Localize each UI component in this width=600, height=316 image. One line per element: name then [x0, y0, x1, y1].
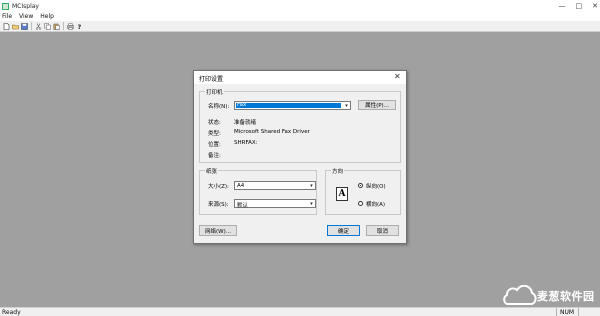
save-icon[interactable]: [20, 22, 28, 30]
ok-button[interactable]: 确定: [327, 225, 360, 236]
paper-size-select[interactable]: A4 ▾: [234, 181, 316, 190]
status-pane: [578, 308, 600, 316]
menu-view[interactable]: View: [19, 13, 33, 20]
menu-help[interactable]: Help: [40, 13, 54, 20]
printer-group-legend: 打印机: [205, 88, 224, 96]
landscape-label[interactable]: 横向(A): [366, 200, 385, 208]
type-value: Microsoft Shared Fax Driver: [234, 129, 310, 135]
toolbar-separator: [63, 22, 64, 30]
printer-name-select[interactable]: Fax ▾: [234, 101, 351, 110]
orientation-group: 方向 A 纵向(O) 横向(A): [325, 167, 401, 215]
paper-source-select[interactable]: 默认 ▾: [234, 199, 316, 209]
cloud-icon: [503, 285, 537, 305]
maximize-button[interactable]: □: [576, 2, 583, 10]
status-label: 状态:: [208, 120, 221, 126]
status-value: 准备就绪: [234, 120, 257, 126]
close-button[interactable]: ✕: [592, 2, 598, 10]
cut-icon[interactable]: [34, 22, 42, 30]
paper-source-value: 默认: [237, 203, 249, 209]
size-label: 大小(Z):: [208, 184, 229, 190]
toolbar-separator: [31, 22, 32, 30]
app-titlebar: MCIsplay — □ ✕: [0, 0, 600, 12]
network-button[interactable]: 网络(W)...: [199, 225, 237, 236]
window-controls: — □ ✕: [559, 0, 599, 12]
cancel-button[interactable]: 取消: [366, 225, 399, 236]
chevron-down-icon[interactable]: ▾: [343, 102, 350, 109]
dialog-title: 打印设置: [199, 76, 224, 83]
printer-name-highlight: [236, 103, 341, 108]
toolbar: ?: [0, 21, 600, 32]
watermark-text: 麦葱软件园: [537, 290, 595, 303]
svg-text:?: ?: [77, 23, 81, 30]
menu-file[interactable]: File: [2, 13, 12, 20]
app-icon: [2, 2, 9, 10]
watermark: 麦葱软件园: [499, 284, 600, 308]
orientation-group-legend: 方向: [331, 167, 345, 175]
comment-label: 备注:: [208, 153, 221, 159]
paper-group: 纸张 大小(Z): A4 ▾ 来源(S): 默认 ▾: [199, 167, 317, 215]
name-label: 名称(N):: [208, 104, 230, 110]
open-icon[interactable]: [11, 22, 19, 30]
source-label: 来源(S):: [208, 202, 229, 208]
landscape-radio[interactable]: [358, 201, 363, 206]
print-icon[interactable]: [66, 22, 74, 30]
chevron-down-icon[interactable]: ▾: [308, 200, 315, 207]
copy-icon[interactable]: [43, 22, 51, 30]
portrait-label[interactable]: 纵向(O): [366, 182, 386, 190]
num-lock-indicator: NUM: [556, 308, 578, 316]
app-title: MCIsplay: [12, 2, 39, 10]
portrait-radio[interactable]: [358, 183, 363, 188]
help-icon[interactable]: ?: [75, 22, 83, 30]
printer-group: 打印机 名称(N): Fax ▾ 属性(P)... 状态: 准备就绪 类型: M…: [199, 88, 401, 163]
dialog-titlebar: 打印设置 ✕: [194, 71, 406, 84]
minimize-button[interactable]: —: [559, 2, 566, 10]
where-label: 位置:: [208, 142, 221, 148]
dialog-close-button[interactable]: ✕: [394, 72, 401, 81]
paste-icon[interactable]: [52, 22, 60, 30]
menu-bar: File View Help: [0, 12, 600, 21]
new-icon[interactable]: [2, 22, 10, 30]
paper-size-value: A4: [237, 183, 245, 189]
properties-button[interactable]: 属性(P)...: [358, 100, 396, 110]
where-value: SHRFAX:: [234, 140, 258, 146]
chevron-down-icon[interactable]: ▾: [308, 182, 315, 189]
paper-group-legend: 纸张: [205, 167, 219, 175]
status-text: Ready: [2, 309, 21, 316]
status-bar: Ready NUM: [0, 307, 600, 316]
portrait-page-icon: A: [336, 187, 348, 201]
printer-name-value: Fax: [237, 102, 247, 108]
print-setup-dialog: 打印设置 ✕ 打印机 名称(N): Fax ▾ 属性(P)... 状态: 准备就…: [193, 70, 407, 244]
type-label: 类型:: [208, 131, 221, 137]
